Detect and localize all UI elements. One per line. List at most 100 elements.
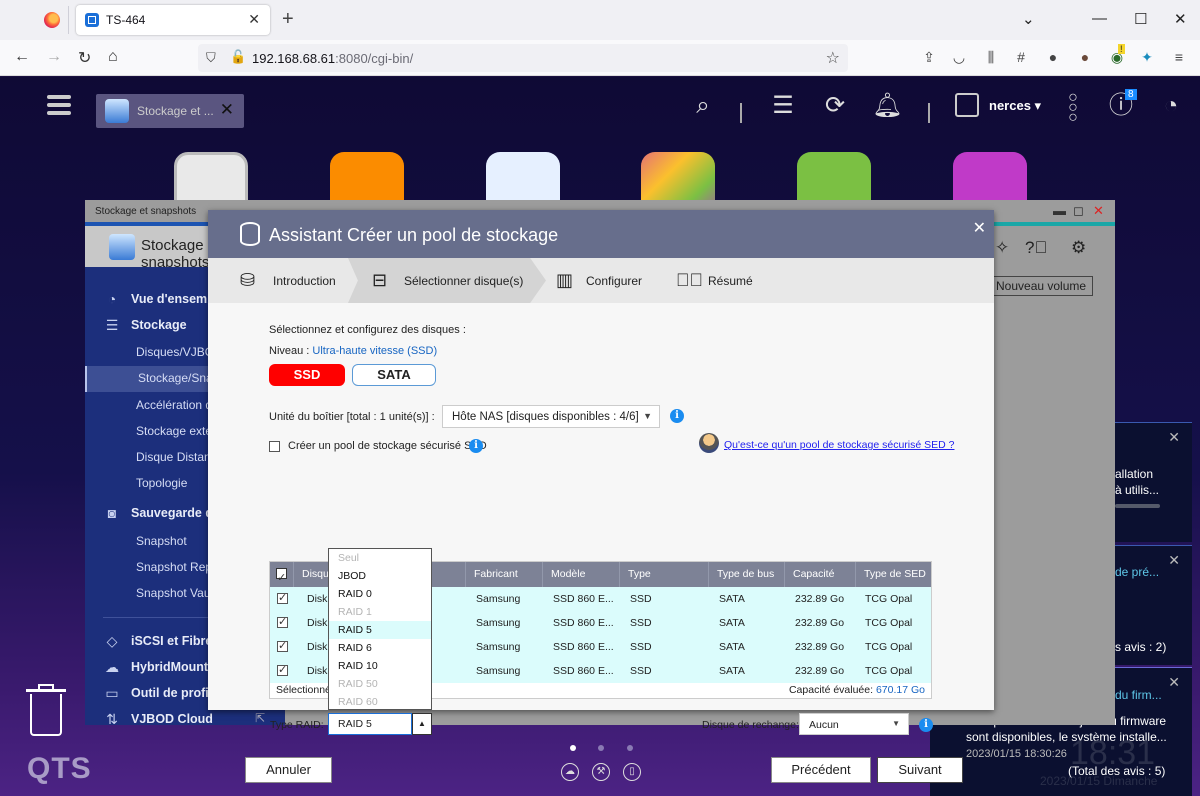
cell-model: SSD 860 E...	[553, 593, 614, 605]
qts-logo: QTS	[27, 752, 92, 785]
app-toolbar: ✧ ?⃝ ⚙	[991, 230, 1115, 270]
url-bar[interactable]: ⛉ 🔓 192.168.68.61:8080/cgi-bin/ ☆	[198, 44, 848, 72]
page-dot[interactable]	[627, 745, 633, 751]
next-button[interactable]: Suivant	[877, 757, 963, 783]
firefox-logo-icon[interactable]	[44, 12, 60, 28]
browser-tab[interactable]: TS-464 ✕	[76, 5, 270, 35]
running-app-storage[interactable]: Stockage et ... ✕	[96, 94, 244, 128]
user-name-text: nerces	[989, 98, 1031, 113]
external-device-icon[interactable]: ⟳	[820, 93, 850, 119]
profile-avatar-icon[interactable]: ●	[1076, 49, 1094, 65]
more-options-icon[interactable]: ○ ○ ○	[1058, 90, 1088, 126]
tier-sata-button[interactable]: SATA	[352, 364, 436, 386]
new-tab-button[interactable]: +	[282, 9, 294, 29]
search-icon[interactable]: ⌕	[688, 93, 718, 119]
recycle-bin-icon[interactable]	[26, 684, 66, 736]
sed-help-link[interactable]: Qu'est-ce qu'un pool de stockage sécuris…	[724, 439, 954, 451]
back-button[interactable]: ←	[14, 48, 30, 66]
home-button[interactable]: ⌂	[108, 48, 118, 66]
close-notification-icon[interactable]: ✕	[1168, 674, 1180, 691]
sidebar-item-vjbod-cloud[interactable]: ⇅ VJBOD Cloud ⇱	[85, 707, 285, 733]
extension-satellite-icon[interactable]: ✦	[1138, 49, 1156, 66]
page-dot-active[interactable]	[570, 745, 576, 751]
hamburger-menu-icon[interactable]: ≡	[1170, 49, 1188, 65]
main-menu-icon[interactable]	[47, 95, 71, 117]
previous-button[interactable]: Précédent	[771, 757, 871, 783]
new-volume-button[interactable]: Nouveau volume	[993, 276, 1093, 296]
minimize-window-button[interactable]: —	[1092, 10, 1107, 27]
column-label: Modèle	[551, 568, 586, 580]
forward-button[interactable]: →	[46, 48, 62, 66]
disk-checkbox[interactable]	[277, 615, 288, 628]
resource-monitor-icon[interactable]: ◔	[1156, 93, 1186, 119]
pocket-icon[interactable]: ◡	[950, 49, 968, 66]
toolbar-separator	[928, 103, 930, 123]
reload-button[interactable]: ↻	[78, 48, 91, 68]
tab-close-icon[interactable]: ✕	[248, 11, 260, 28]
column-header[interactable]: Capacité	[785, 562, 856, 587]
help-icon[interactable]: ?⃝	[1025, 238, 1047, 258]
cancel-button[interactable]: Annuler	[245, 757, 332, 783]
raid-option[interactable]: JBOD	[329, 567, 431, 585]
maximize-app-button[interactable]: ◻	[1073, 203, 1084, 219]
column-header[interactable]: Modèle	[543, 562, 620, 587]
disk-checkbox[interactable]	[277, 639, 288, 652]
close-window-button[interactable]: ✕	[1174, 10, 1187, 28]
sed-pool-checkbox[interactable]	[269, 441, 280, 452]
column-header[interactable]: Type de bus	[709, 562, 785, 587]
tab-title: TS-464	[106, 13, 146, 27]
raid-option[interactable]: RAID 0	[329, 585, 431, 603]
tier-ssd-button[interactable]: SSD	[269, 364, 345, 386]
column-header[interactable]: Type de SED	[856, 562, 931, 587]
maximize-window-button[interactable]: ☐	[1134, 10, 1147, 28]
utility-tools-icon[interactable]: ⚒	[592, 763, 610, 781]
ssd-icon: ▭	[105, 685, 119, 701]
background-tasks-icon[interactable]: ☰	[768, 93, 798, 119]
select-all-checkbox[interactable]	[276, 566, 287, 591]
chevron-down-icon: ▼	[892, 719, 900, 728]
external-link-icon: ⇱	[255, 711, 266, 725]
enclosure-info-icon[interactable]: i	[670, 409, 684, 423]
disk-checkbox[interactable]	[277, 663, 288, 676]
cell-model: SSD 860 E...	[553, 641, 614, 653]
settings-gear-icon[interactable]: ⚙	[1071, 238, 1086, 258]
extension-balls-icon[interactable]: ●	[1044, 49, 1062, 65]
close-notification-icon[interactable]: ✕	[1168, 429, 1180, 446]
cell-capacity: 232.89 Go	[795, 593, 845, 605]
enclosure-select[interactable]: Hôte NAS [disques disponibles : 4/6] ▼	[442, 405, 660, 428]
column-header[interactable]: Type	[620, 562, 709, 587]
raid-option: Seul	[338, 552, 360, 564]
notification-bell-icon[interactable]: 🔔︎	[872, 93, 902, 119]
raid-option[interactable]: RAID 10	[329, 657, 431, 675]
bookmark-star-icon[interactable]: ☆	[826, 48, 840, 68]
chevron-up-icon[interactable]: ▲	[412, 713, 432, 735]
close-notification-icon[interactable]: ✕	[1168, 552, 1180, 569]
wizard-close-icon[interactable]: ✕	[973, 218, 986, 238]
tab-separator	[68, 6, 69, 34]
spare-info-icon[interactable]: i	[919, 718, 933, 732]
library-icon[interactable]: ⫼	[982, 49, 1000, 66]
url-text[interactable]: 192.168.68.61:8080/cgi-bin/	[252, 51, 413, 66]
extension-grid-icon[interactable]: #	[1012, 49, 1030, 65]
documentation-icon[interactable]: ▯	[623, 763, 641, 781]
minimize-app-button[interactable]: ▬	[1053, 203, 1066, 218]
tracking-shield-icon[interactable]: ⛉	[206, 50, 216, 66]
raid-type-select[interactable]: RAID 5	[328, 713, 412, 735]
page-dot[interactable]	[598, 745, 604, 751]
list-tabs-chevron-icon[interactable]: ⌄	[1022, 10, 1035, 28]
raid-option[interactable]: RAID 5	[329, 621, 431, 639]
raid-option[interactable]: RAID 6	[329, 639, 431, 657]
cloud-mount-icon: ☁	[105, 659, 119, 675]
disk-checkbox[interactable]	[277, 591, 288, 604]
insecure-lock-icon[interactable]: 🔓	[230, 49, 246, 65]
spare-disk-select[interactable]: Aucun ▼	[799, 713, 909, 735]
close-running-app-icon[interactable]: ✕	[220, 100, 234, 120]
magic-wand-icon[interactable]: ✧	[995, 238, 1009, 258]
close-app-button[interactable]: ✕	[1093, 203, 1104, 219]
sed-info-icon[interactable]: i	[469, 439, 483, 453]
raid-type-dropdown-list: Seul JBOD RAID 0 RAID 1 RAID 5 RAID 6 RAID 10 R…	[328, 548, 432, 710]
myqnapcloud-icon[interactable]: ☁	[561, 763, 579, 781]
estimated-capacity-value: 670.17 Go	[875, 684, 925, 696]
column-header[interactable]: Fabricant	[466, 562, 543, 587]
save-to-icon[interactable]: ⇪	[920, 49, 938, 66]
